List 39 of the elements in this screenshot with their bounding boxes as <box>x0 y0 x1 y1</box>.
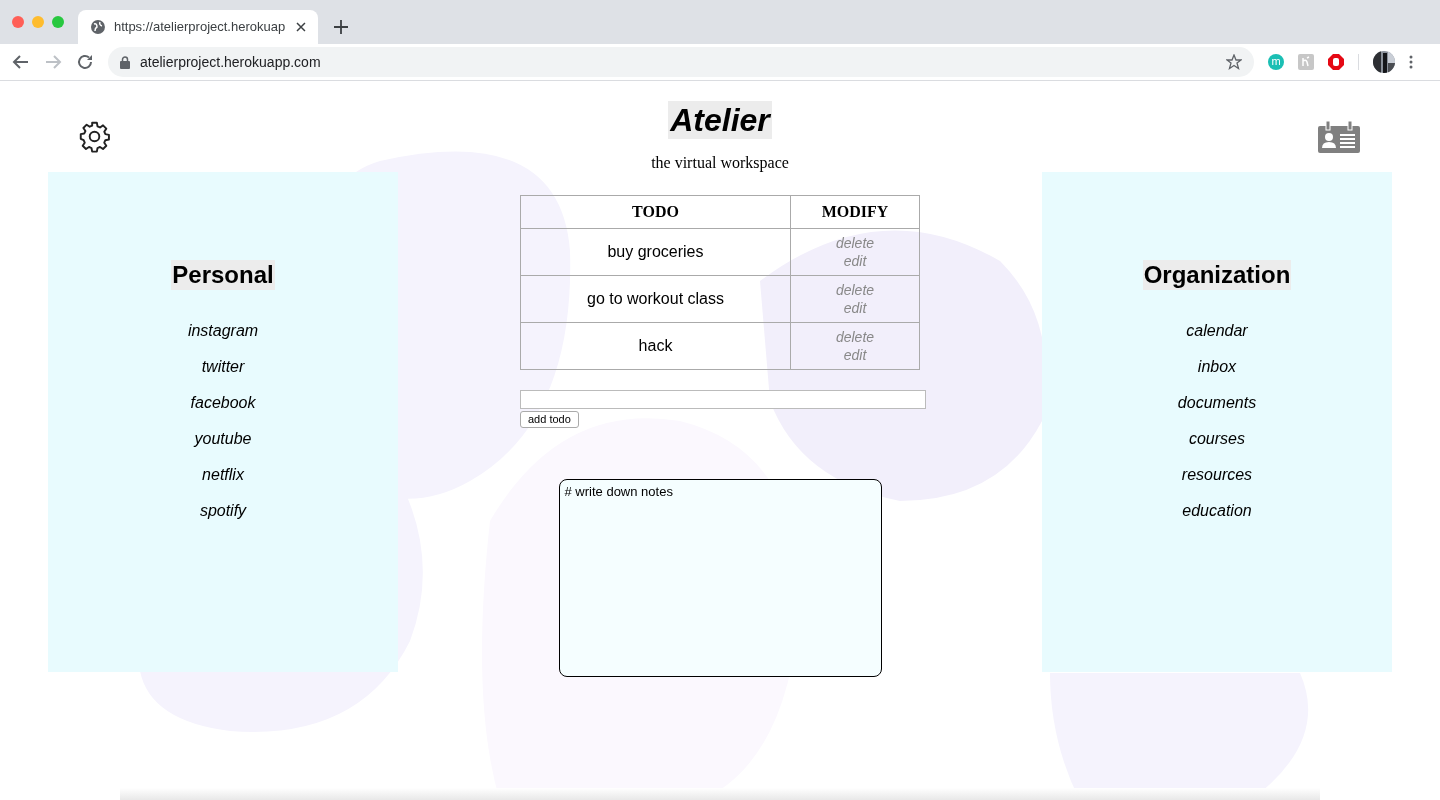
nav-link[interactable]: twitter <box>201 356 245 378</box>
url-text: atelierproject.herokuapp.com <box>140 52 322 72</box>
notes-field[interactable]: # write down notes <box>558 479 882 677</box>
panel-heading: Organization <box>1142 260 1292 290</box>
nav-link[interactable]: documents <box>1177 392 1257 414</box>
nav-link[interactable]: inbox <box>1197 356 1237 378</box>
site-title: Atelier <box>668 101 772 139</box>
nav-link[interactable]: facebook <box>190 392 256 414</box>
stop-hand-icon[interactable] <box>1328 54 1344 70</box>
more-menu-icon[interactable] <box>1409 55 1413 69</box>
nav-link[interactable]: netflix <box>202 464 244 486</box>
todo-cell: go to workout class <box>520 275 791 323</box>
nav-link[interactable]: youtube <box>194 428 252 450</box>
settings-icon[interactable] <box>78 120 111 153</box>
globe-icon <box>90 19 106 35</box>
browser-tab[interactable]: https://atelierproject.herokuap <box>78 10 318 44</box>
column-header: MODIFY <box>790 195 920 229</box>
back-icon[interactable] <box>12 53 30 71</box>
todo-cell: hack <box>520 322 791 370</box>
contact-card-icon[interactable] <box>1318 121 1360 153</box>
todo-cell: buy groceries <box>520 228 791 276</box>
site-subtitle: the virtual workspace <box>651 153 789 174</box>
reload-icon[interactable] <box>76 53 94 71</box>
star-icon[interactable] <box>1226 54 1242 70</box>
nav-link[interactable]: resources <box>1181 464 1253 486</box>
nav-link[interactable]: courses <box>1188 428 1245 450</box>
column-header: TODO <box>520 195 791 229</box>
lock-icon <box>120 55 130 69</box>
close-tab-icon[interactable] <box>296 22 306 32</box>
nav-link[interactable]: spotify <box>199 500 247 522</box>
panel-heading: Personal <box>171 260 275 290</box>
nav-link[interactable]: calendar <box>1186 320 1248 342</box>
address-bar[interactable]: atelierproject.herokuapp.com <box>108 47 1254 77</box>
new-tab-icon[interactable] <box>334 20 348 34</box>
tab-title: https://atelierproject.herokuap <box>113 18 287 37</box>
add-todo-button[interactable]: add todo <box>520 411 579 428</box>
nav-link[interactable]: instagram <box>187 320 259 342</box>
todo-input-field[interactable] <box>520 390 926 409</box>
nav-link[interactable]: education <box>1182 500 1252 522</box>
